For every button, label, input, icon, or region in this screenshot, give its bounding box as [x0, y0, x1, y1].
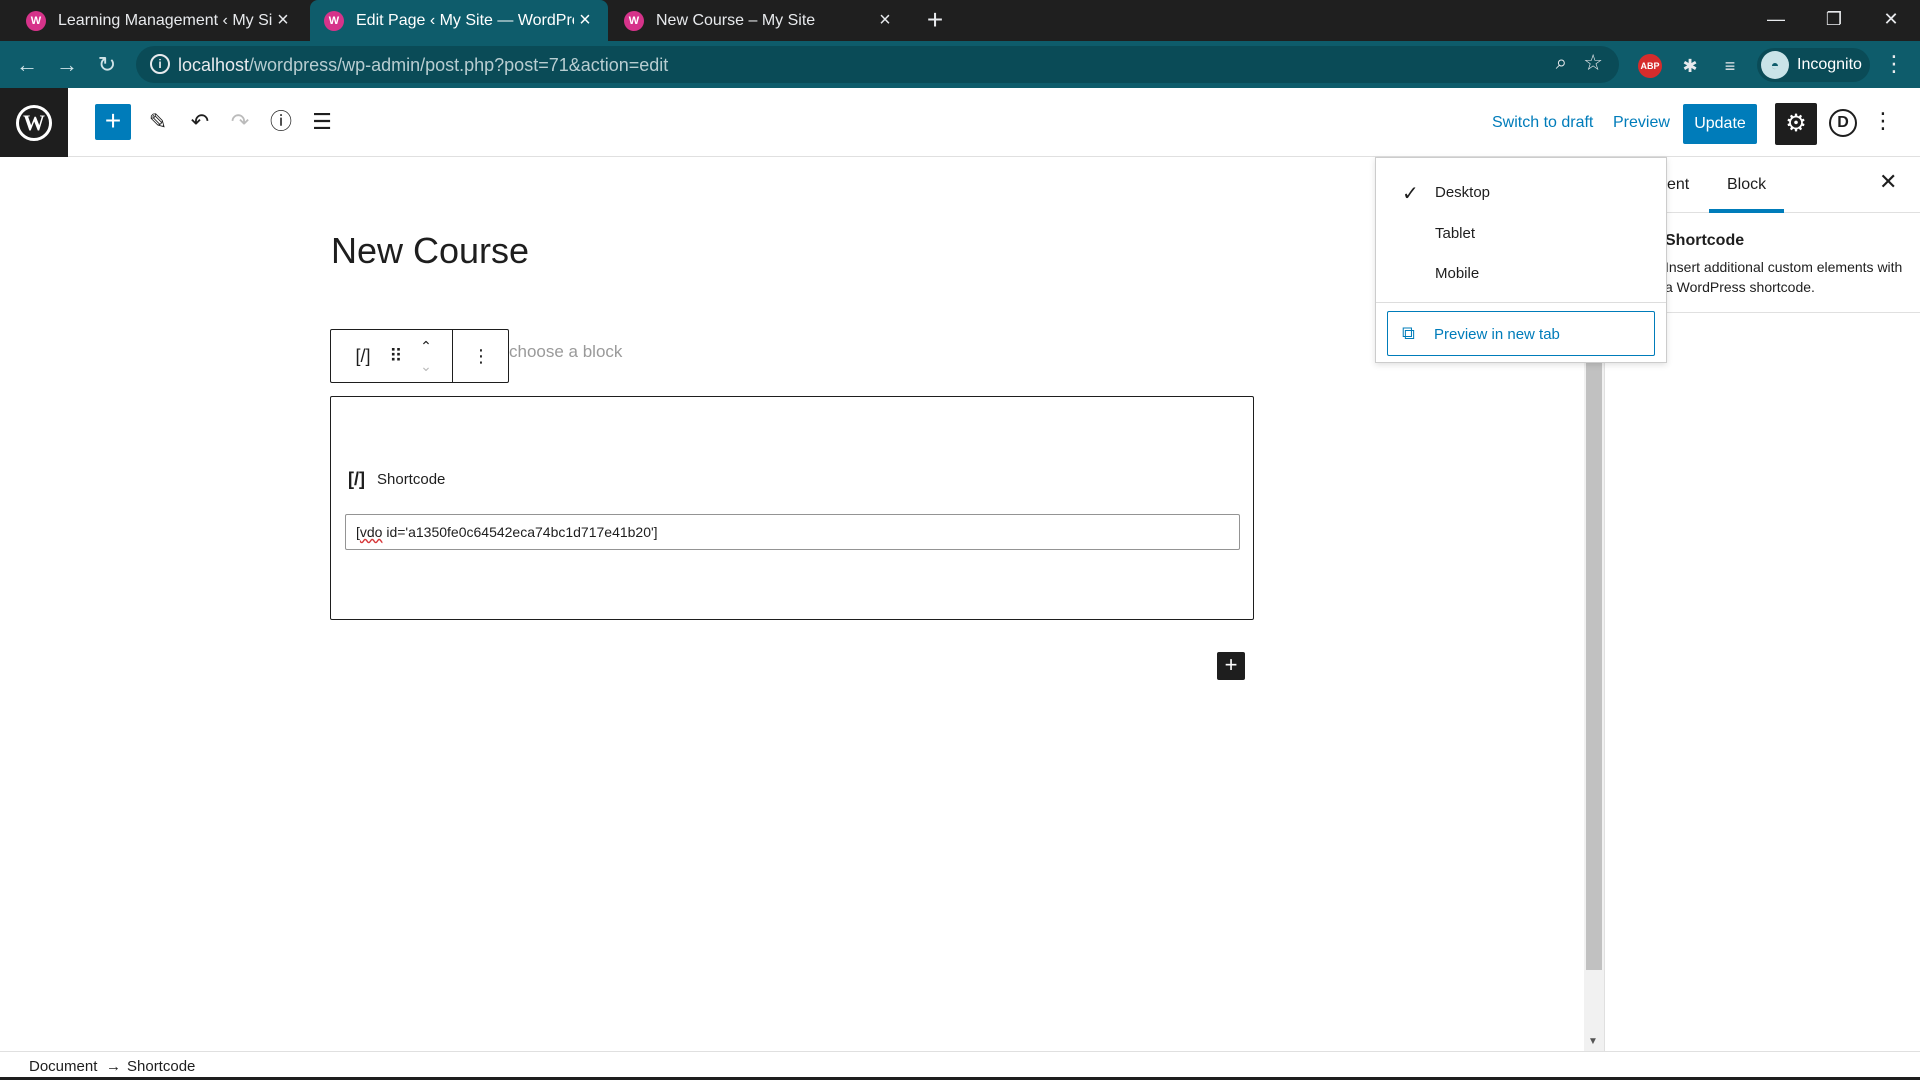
close-sidebar-icon[interactable]: ✕ [1879, 169, 1897, 195]
move-down-icon[interactable]: ⌄ [409, 340, 443, 392]
shortcode-label-text: Shortcode [377, 471, 446, 488]
site-favicon-icon: W [624, 10, 644, 31]
tab-title: New Course – My Site [656, 11, 816, 29]
browser-menu-icon[interactable]: ⋮ [1883, 51, 1905, 77]
shortcode-label: [/] Shortcode [348, 469, 445, 490]
check-icon: ✓ [1402, 183, 1419, 205]
breadcrumb-separator-icon: → [106, 1058, 121, 1075]
scrollbar-thumb[interactable] [1586, 357, 1602, 970]
browser-tab[interactable]: W New Course – My Site × [610, 0, 908, 41]
new-tab-button[interactable]: + [922, 5, 948, 35]
address-bar[interactable]: i localhost/wordpress/wp-admin/post.php?… [136, 46, 1619, 83]
menu-item-label: Tablet [1435, 225, 1476, 242]
browser-tab-strip: W Learning Management ‹ My Site × W Edit… [0, 0, 1920, 41]
editor-header: W + ✎ ↶ ↷ ⓘ ☰ Switch to draft Preview Up… [0, 88, 1920, 157]
back-icon[interactable]: ← [10, 48, 44, 82]
redo-icon[interactable]: ↷ [222, 104, 258, 140]
site-favicon-icon: W [324, 10, 344, 31]
block-type-shortcode-icon[interactable]: [/] [343, 330, 383, 382]
breadcrumb-shortcode[interactable]: Shortcode [127, 1058, 195, 1075]
details-info-icon[interactable]: ⓘ [263, 104, 299, 140]
tab-title: Learning Management ‹ My Site [58, 11, 272, 29]
block-card-description: Insert additional custom elements with a… [1665, 259, 1903, 295]
block-placeholder[interactable]: choose a block [509, 342, 622, 362]
adblock-extension-icon[interactable]: ABP [1638, 54, 1662, 78]
shortcode-block[interactable]: [/] Shortcode [vdo id='a1350fe0c64542eca… [330, 396, 1254, 620]
menu-item-desktop[interactable]: ✓ Desktop [1376, 173, 1666, 211]
edit-pencil-icon[interactable]: ✎ [140, 104, 176, 140]
button-label: Preview in new tab [1434, 326, 1560, 343]
tab-block[interactable]: Block [1709, 176, 1785, 213]
preview-dropdown-menu: ✓ Desktop Tablet Mobile ⧉ Preview in new… [1375, 157, 1667, 363]
shortcode-icon: [/] [348, 469, 365, 489]
close-tab-icon[interactable]: × [272, 9, 294, 32]
scroll-down-arrow-icon[interactable]: ▼ [1588, 1036, 1598, 1047]
preview-in-new-tab-button[interactable]: ⧉ Preview in new tab [1387, 311, 1655, 356]
close-tab-icon[interactable]: × [874, 9, 896, 32]
block-options-icon[interactable]: ⋮ [453, 330, 509, 382]
menu-divider [1376, 302, 1666, 303]
menu-item-mobile[interactable]: Mobile [1376, 254, 1666, 292]
minimize-icon[interactable]: — [1747, 0, 1805, 41]
media-queue-icon[interactable]: ≡ [1718, 54, 1742, 78]
block-breadcrumb: Document → Shortcode [0, 1051, 1920, 1080]
incognito-icon: ◓ [1761, 51, 1789, 79]
list-view-icon[interactable]: ☰ [304, 104, 340, 140]
tab-document[interactable]: ent [1667, 176, 1689, 194]
bookmark-star-icon[interactable]: ☆ [1583, 50, 1603, 76]
zoom-icon[interactable]: ⌕ [1556, 52, 1567, 75]
add-block-button[interactable]: + [1217, 652, 1245, 680]
browser-tab[interactable]: W Learning Management ‹ My Site × [0, 0, 306, 41]
close-tab-icon[interactable]: × [574, 9, 596, 32]
options-menu-icon[interactable]: ⋮ [1872, 108, 1894, 134]
menu-item-label: Desktop [1435, 184, 1491, 201]
site-info-icon[interactable]: i [150, 54, 170, 74]
restore-icon[interactable]: ❐ [1805, 0, 1863, 41]
extensions-puzzle-icon[interactable]: ✱ [1678, 54, 1702, 78]
preview-button[interactable]: Preview [1613, 114, 1670, 132]
menu-item-tablet[interactable]: Tablet [1376, 214, 1666, 252]
undo-icon[interactable]: ↶ [182, 104, 218, 140]
menu-item-label: Mobile [1435, 265, 1480, 282]
drag-handle-icon[interactable]: ⠿ [383, 330, 409, 382]
wordpress-logo-icon[interactable]: W [0, 88, 68, 157]
browser-toolbar: ← → ↻ i localhost/wordpress/wp-admin/pos… [0, 41, 1920, 88]
block-toolbar: [/] ⠿ ⌃ ⌄ ⋮ [330, 329, 509, 383]
avatar-d-button[interactable]: D [1829, 109, 1857, 137]
update-button[interactable]: Update [1683, 104, 1757, 144]
block-inserter-button[interactable]: + [95, 104, 131, 140]
shortcode-input[interactable]: [vdo id='a1350fe0c64542eca74bc1d717e41b2… [345, 514, 1240, 550]
page-title[interactable]: New Course [331, 230, 529, 272]
settings-gear-icon[interactable]: ⚙ [1775, 103, 1817, 145]
reload-icon[interactable]: ↻ [90, 48, 124, 82]
url-text: localhost/wordpress/wp-admin/post.php?po… [178, 55, 669, 75]
external-link-icon: ⧉ [1402, 323, 1415, 343]
tab-title: Edit Page ‹ My Site — WordPress [356, 11, 574, 29]
browser-tab-active[interactable]: W Edit Page ‹ My Site — WordPress × [310, 0, 608, 41]
forward-icon[interactable]: → [50, 48, 84, 82]
profile-label: Incognito [1797, 56, 1862, 73]
incognito-profile[interactable]: ◓ Incognito [1757, 48, 1870, 82]
close-window-icon[interactable]: ✕ [1862, 0, 1920, 41]
switch-to-draft-button[interactable]: Switch to draft [1492, 114, 1593, 132]
block-card-title: Shortcode [1665, 232, 1745, 249]
breadcrumb-document[interactable]: Document [29, 1058, 97, 1075]
site-favicon-icon: W [26, 10, 46, 31]
